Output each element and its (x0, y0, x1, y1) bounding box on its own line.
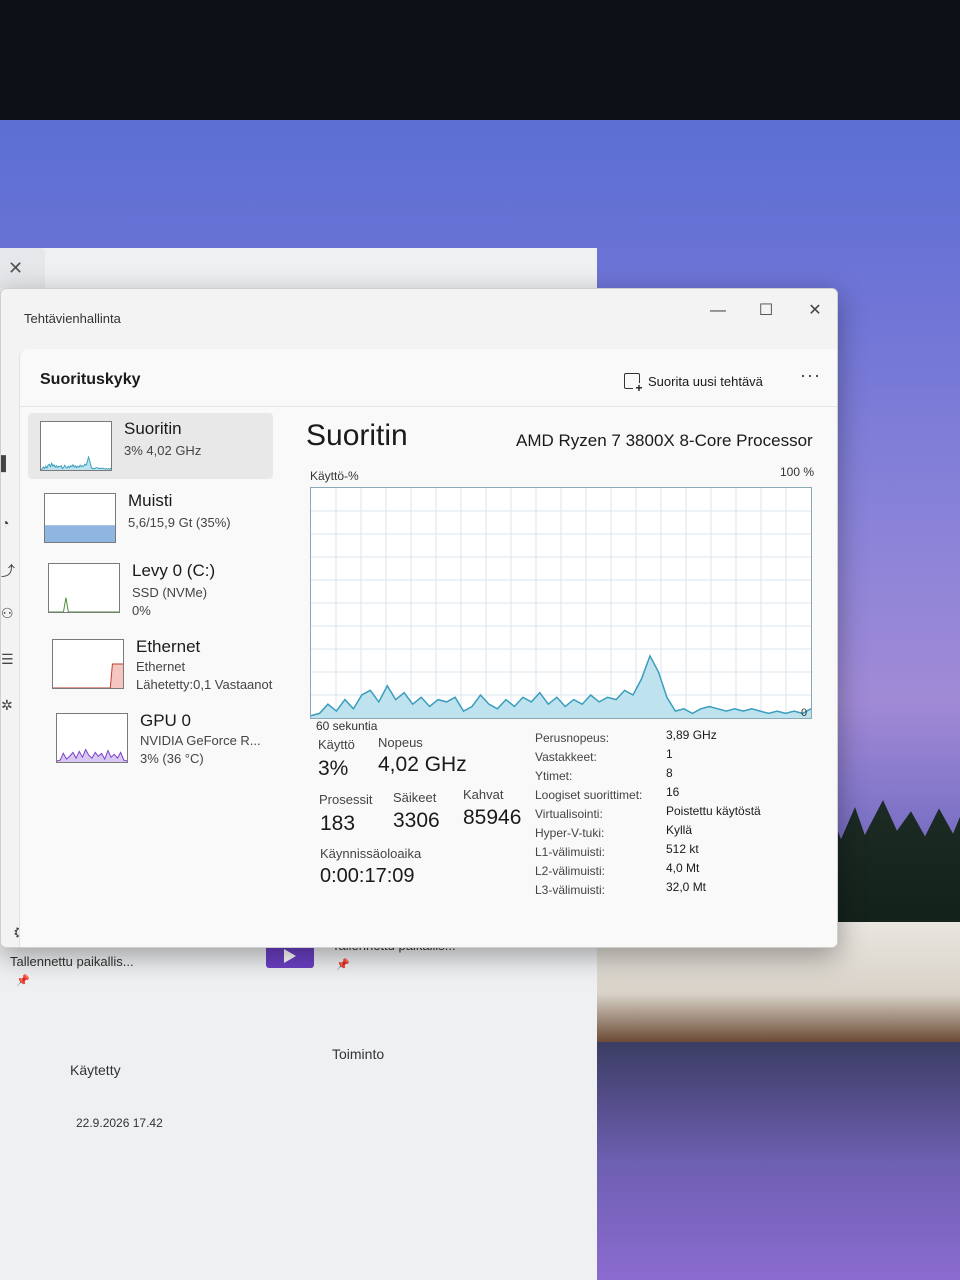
spec-value: 4,0 Mt (666, 861, 700, 875)
perf-item-detail-2: Lähetetty:0,1 Vastaanot (136, 677, 273, 692)
pin-icon: 📌 (336, 959, 350, 971)
nav-rail: ▌ ◔ ⤴ ⚇ ☰ ✲ (1, 349, 19, 947)
perf-item-name: Muisti (128, 491, 173, 510)
spec-value: 512 kt (666, 842, 699, 856)
graph-usage-label: Käyttö-% (310, 469, 359, 483)
spec-value: Kyllä (666, 823, 693, 837)
title-bar[interactable]: Tehtävienhallinta — ☐ ✕ (1, 289, 837, 349)
new-task-icon (624, 373, 645, 395)
perf-item-detail: 3% 4,02 GHz (124, 443, 202, 458)
perf-item-cpu[interactable]: Suoritin 3% 4,02 GHz (28, 413, 273, 479)
spec-label: L2-välimuisti: (535, 864, 606, 878)
date-text: 22.9.2026 17.42 (76, 1116, 163, 1130)
graph-max-label: 100 % (780, 465, 815, 479)
spec-label: Virtualisointi: (535, 807, 603, 821)
spec-value: 16 (666, 785, 680, 799)
graph-time-label: 60 sekuntia (316, 719, 378, 733)
handles-stat-label: Kahvat (463, 787, 504, 802)
speed-stat-label: Nopeus (378, 735, 423, 750)
threads-stat-label: Säikeet (393, 790, 437, 805)
services-icon[interactable]: ✲ (1, 697, 13, 714)
usage-stat-label: Käyttö (318, 737, 355, 752)
page-header: Suorituskyky Suorita uusi tehtävä ··· (20, 349, 837, 407)
wallpaper-trees (820, 800, 960, 940)
perf-item-ethernet[interactable]: Ethernet Ethernet Lähetetty:0,1 Vastaano… (28, 631, 273, 697)
disk-thumbnail-graph (48, 563, 120, 613)
perf-item-detail-2: 3% (36 °C) (140, 751, 204, 766)
handles-stat-value: 85946 (463, 806, 522, 829)
cpu-thumbnail-graph (40, 421, 112, 471)
run-new-task-label: Suorita uusi tehtävä (648, 373, 763, 389)
column-header-action: Toiminto (332, 1046, 385, 1062)
app-title: Tehtävienhallinta (24, 311, 121, 326)
cpu-usage-graph (310, 487, 812, 719)
perf-item-gpu[interactable]: GPU 0 NVIDIA GeForce R... 3% (36 °C) (28, 705, 273, 771)
column-header-used: Käytetty (70, 1062, 121, 1078)
history-icon[interactable]: ◔ (1, 515, 9, 531)
ethernet-thumbnail-graph (52, 639, 124, 689)
perf-item-name: Levy 0 (C:) (132, 561, 216, 580)
processes-icon[interactable]: ▌ (1, 455, 11, 471)
cpu-model: AMD Ryzen 7 3800X 8-Core Processor (516, 431, 813, 450)
task-manager-window: Tehtävienhallinta — ☐ ✕ ▌ ◔ ⤴ ⚇ ☰ ✲ ⚙ Su… (0, 288, 838, 948)
close-icon[interactable]: ✕ (8, 258, 23, 279)
perf-item-disk[interactable]: Levy 0 (C:) SSD (NVMe) 0% (28, 555, 273, 621)
spec-value: 32,0 Mt (666, 880, 707, 894)
processes-stat-value: 183 (320, 812, 356, 835)
users-icon[interactable]: ⚇ (1, 605, 14, 622)
spec-value: 3,89 GHz (666, 728, 717, 742)
page-title: Suorituskyky (40, 371, 141, 388)
more-options-button[interactable]: ··· (800, 365, 821, 386)
perf-item-name: Suoritin (124, 419, 182, 438)
spec-label: L1-välimuisti: (535, 845, 606, 859)
cpu-title: Suoritin (306, 419, 408, 452)
processes-stat-label: Prosessit (319, 792, 373, 807)
perf-item-detail: SSD (NVMe) (132, 585, 208, 600)
perf-item-detail-2: 0% (132, 603, 151, 618)
gpu-thumbnail-graph (56, 713, 128, 763)
details-icon[interactable]: ☰ (1, 651, 14, 668)
speed-stat-value: 4,02 GHz (378, 753, 467, 776)
list-item-label[interactable]: Tallennettu paikallis... (10, 954, 134, 969)
perf-item-detail: 5,6/15,9 Gt (35%) (128, 515, 231, 530)
uptime-stat-value: 0:00:17:09 (320, 865, 415, 887)
perf-item-name: Ethernet (136, 637, 201, 656)
graph-zero-label: 0 (801, 707, 808, 719)
run-new-task-button[interactable]: Suorita uusi tehtävä (624, 369, 763, 395)
memory-thumbnail-graph (44, 493, 116, 543)
usage-stat-value: 3% (318, 757, 349, 780)
minimize-icon[interactable]: — (703, 299, 733, 323)
performance-page: Suorituskyky Suorita uusi tehtävä ··· Su… (19, 349, 837, 947)
threads-stat-value: 3306 (393, 809, 440, 832)
uptime-stat-label: Käynnissäoloaika (320, 846, 422, 861)
memory-thumb-fill (45, 525, 115, 542)
spec-label: Vastakkeet: (535, 750, 597, 764)
gpu-thumb-area (57, 749, 127, 762)
spec-value: 8 (666, 766, 673, 780)
perf-item-detail: Ethernet (136, 659, 186, 674)
spec-value: 1 (666, 747, 673, 761)
perf-item-detail: NVIDIA GeForce R... (140, 733, 261, 748)
wallpaper-lake (597, 1042, 960, 1280)
maximize-icon[interactable]: ☐ (751, 299, 781, 323)
spec-value: Poistettu käytöstä (666, 804, 761, 818)
close-icon[interactable]: ✕ (800, 299, 830, 323)
spec-label: L3-välimuisti: (535, 883, 606, 897)
startup-icon[interactable]: ⤴ (1, 561, 15, 581)
pin-icon: 📌 (16, 975, 30, 987)
spec-label: Perusnopeus: (535, 731, 610, 745)
spec-label: Loogiset suorittimet: (535, 788, 643, 802)
perf-item-name: GPU 0 (140, 711, 192, 730)
perf-item-memory[interactable]: Muisti 5,6/15,9 Gt (35%) (28, 485, 273, 551)
spec-label: Hyper-V-tuki: (535, 826, 605, 840)
spec-label: Ytimet: (535, 769, 573, 783)
disk-thumb-line (49, 597, 119, 612)
